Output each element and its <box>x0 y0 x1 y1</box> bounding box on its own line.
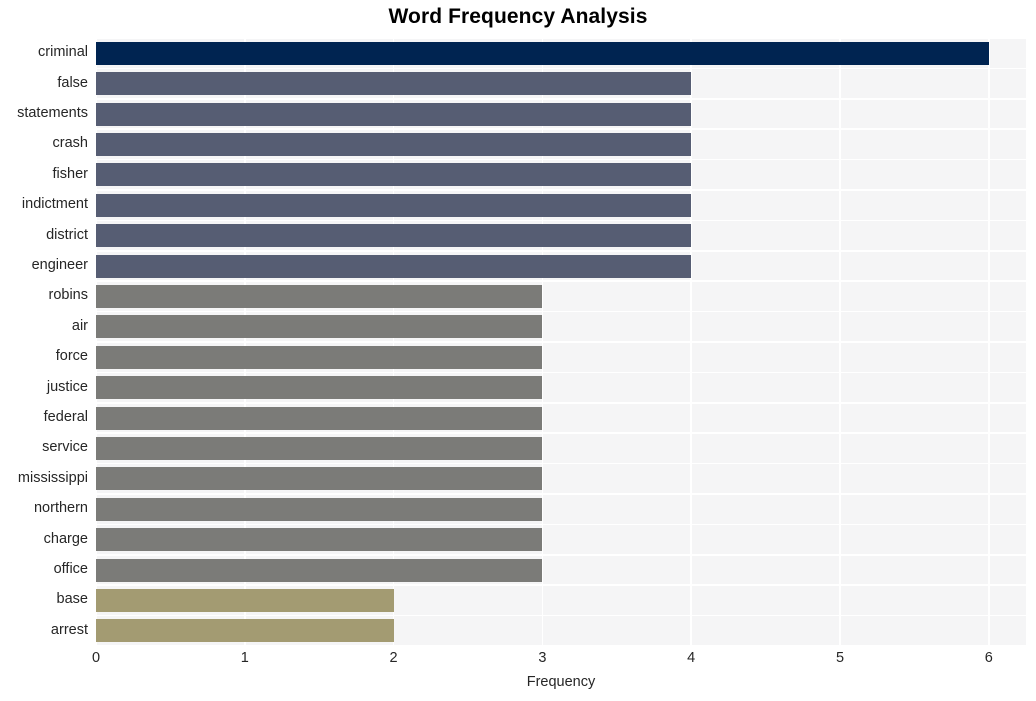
x-tick-label-6: 6 <box>984 650 993 666</box>
bar-force <box>96 345 543 369</box>
bar-row <box>96 41 1026 65</box>
bar-row <box>96 406 1026 430</box>
y-tick-label-northern: northern <box>33 500 88 517</box>
y-tick-label-robins: robins <box>48 287 89 304</box>
bar-criminal <box>96 41 989 65</box>
bar-federal <box>96 406 543 430</box>
gridline-horizontal <box>96 158 1026 161</box>
y-tick-label-charge: charge <box>43 530 88 547</box>
x-axis-tick-labels: 0 1 2 3 4 5 6 <box>92 650 1026 674</box>
y-tick-label-air: air <box>71 317 88 334</box>
gridline-horizontal <box>96 189 1026 191</box>
bar-base <box>96 588 394 612</box>
gridline-horizontal <box>96 584 1026 586</box>
x-axis-label: Frequency <box>526 674 596 690</box>
gridline-horizontal <box>96 67 1026 70</box>
bar-row <box>96 528 1026 552</box>
bar-row <box>96 132 1026 156</box>
bar-row <box>96 72 1026 96</box>
bar-fisher <box>96 163 692 187</box>
x-tick-label-2: 2 <box>389 650 398 666</box>
gridline-horizontal <box>96 341 1026 343</box>
bar-statements <box>96 102 692 126</box>
bar-row <box>96 102 1026 126</box>
gridline-horizontal <box>96 645 1026 646</box>
x-tick-label-4: 4 <box>687 650 696 666</box>
bar-false <box>96 72 692 96</box>
bar-northern <box>96 497 543 521</box>
bar-row <box>96 497 1026 521</box>
bar-crash <box>96 132 692 156</box>
gridline-horizontal <box>96 432 1026 434</box>
gridline-horizontal <box>96 219 1026 222</box>
x-tick-label-0: 0 <box>91 650 101 666</box>
gridline-horizontal <box>96 98 1026 100</box>
gridline-horizontal <box>96 250 1026 252</box>
bar-justice <box>96 376 543 400</box>
gridline-horizontal <box>96 462 1026 465</box>
y-tick-label-statements: statements <box>17 105 88 121</box>
bar-row <box>96 619 1026 643</box>
bar-arrest <box>96 619 394 643</box>
y-tick-label-force: force <box>55 348 88 365</box>
bar-row <box>96 224 1026 248</box>
gridline-horizontal <box>96 280 1026 282</box>
y-tick-label-federal: federal <box>43 409 88 425</box>
gridline-horizontal <box>96 554 1026 556</box>
bar-mississippi <box>96 467 543 491</box>
y-tick-label-district: district <box>46 226 88 243</box>
y-tick-label-office: office <box>53 561 88 577</box>
bar-engineer <box>96 254 692 278</box>
y-tick-label-indictment: indictment <box>21 196 88 213</box>
bar-air <box>96 315 543 339</box>
y-tick-label-false: false <box>57 74 88 91</box>
bar-charge <box>96 528 543 552</box>
y-tick-label-crash: crash <box>52 135 88 152</box>
gridline-horizontal <box>96 128 1026 130</box>
plot-area <box>96 38 1026 646</box>
gridline-horizontal <box>96 38 1026 39</box>
bar-row <box>96 193 1026 217</box>
chart-figure: Word Frequency Analysis criminal false sta… <box>0 0 1036 701</box>
y-tick-label-criminal: criminal <box>38 44 88 61</box>
bar-row <box>96 315 1026 339</box>
bar-row <box>96 345 1026 369</box>
y-tick-label-mississippi: mississippi <box>17 469 88 486</box>
x-tick-label-1: 1 <box>240 650 249 666</box>
bar-office <box>96 558 543 582</box>
gridline-horizontal <box>96 310 1026 313</box>
x-tick-label-3: 3 <box>538 650 547 666</box>
bar-row <box>96 376 1026 400</box>
y-tick-label-service: service <box>42 439 88 456</box>
gridline-horizontal <box>96 523 1026 526</box>
bar-row <box>96 284 1026 308</box>
bar-row <box>96 436 1026 460</box>
bar-row <box>96 588 1026 612</box>
gridline-horizontal <box>96 493 1026 495</box>
bar-row <box>96 558 1026 582</box>
bar-robins <box>96 284 543 308</box>
bar-indictment <box>96 193 692 217</box>
bar-row <box>96 254 1026 278</box>
chart-title: Word Frequency Analysis <box>388 5 648 28</box>
y-tick-label-justice: justice <box>46 378 88 395</box>
bar-row <box>96 163 1026 187</box>
gridline-horizontal <box>96 402 1026 404</box>
x-tick-label-5: 5 <box>835 650 845 666</box>
bar-row <box>96 467 1026 491</box>
bar-district <box>96 224 692 248</box>
y-axis-tick-labels: criminal false statements crash fisher indict… <box>0 38 96 646</box>
bar-service <box>96 436 543 460</box>
y-tick-label-arrest: arrest <box>50 621 88 638</box>
y-tick-label-fisher: fisher <box>52 165 88 182</box>
gridline-horizontal <box>96 371 1026 374</box>
gridline-horizontal <box>96 614 1026 617</box>
y-tick-label-engineer: engineer <box>31 257 88 273</box>
y-tick-label-base: base <box>56 591 88 608</box>
